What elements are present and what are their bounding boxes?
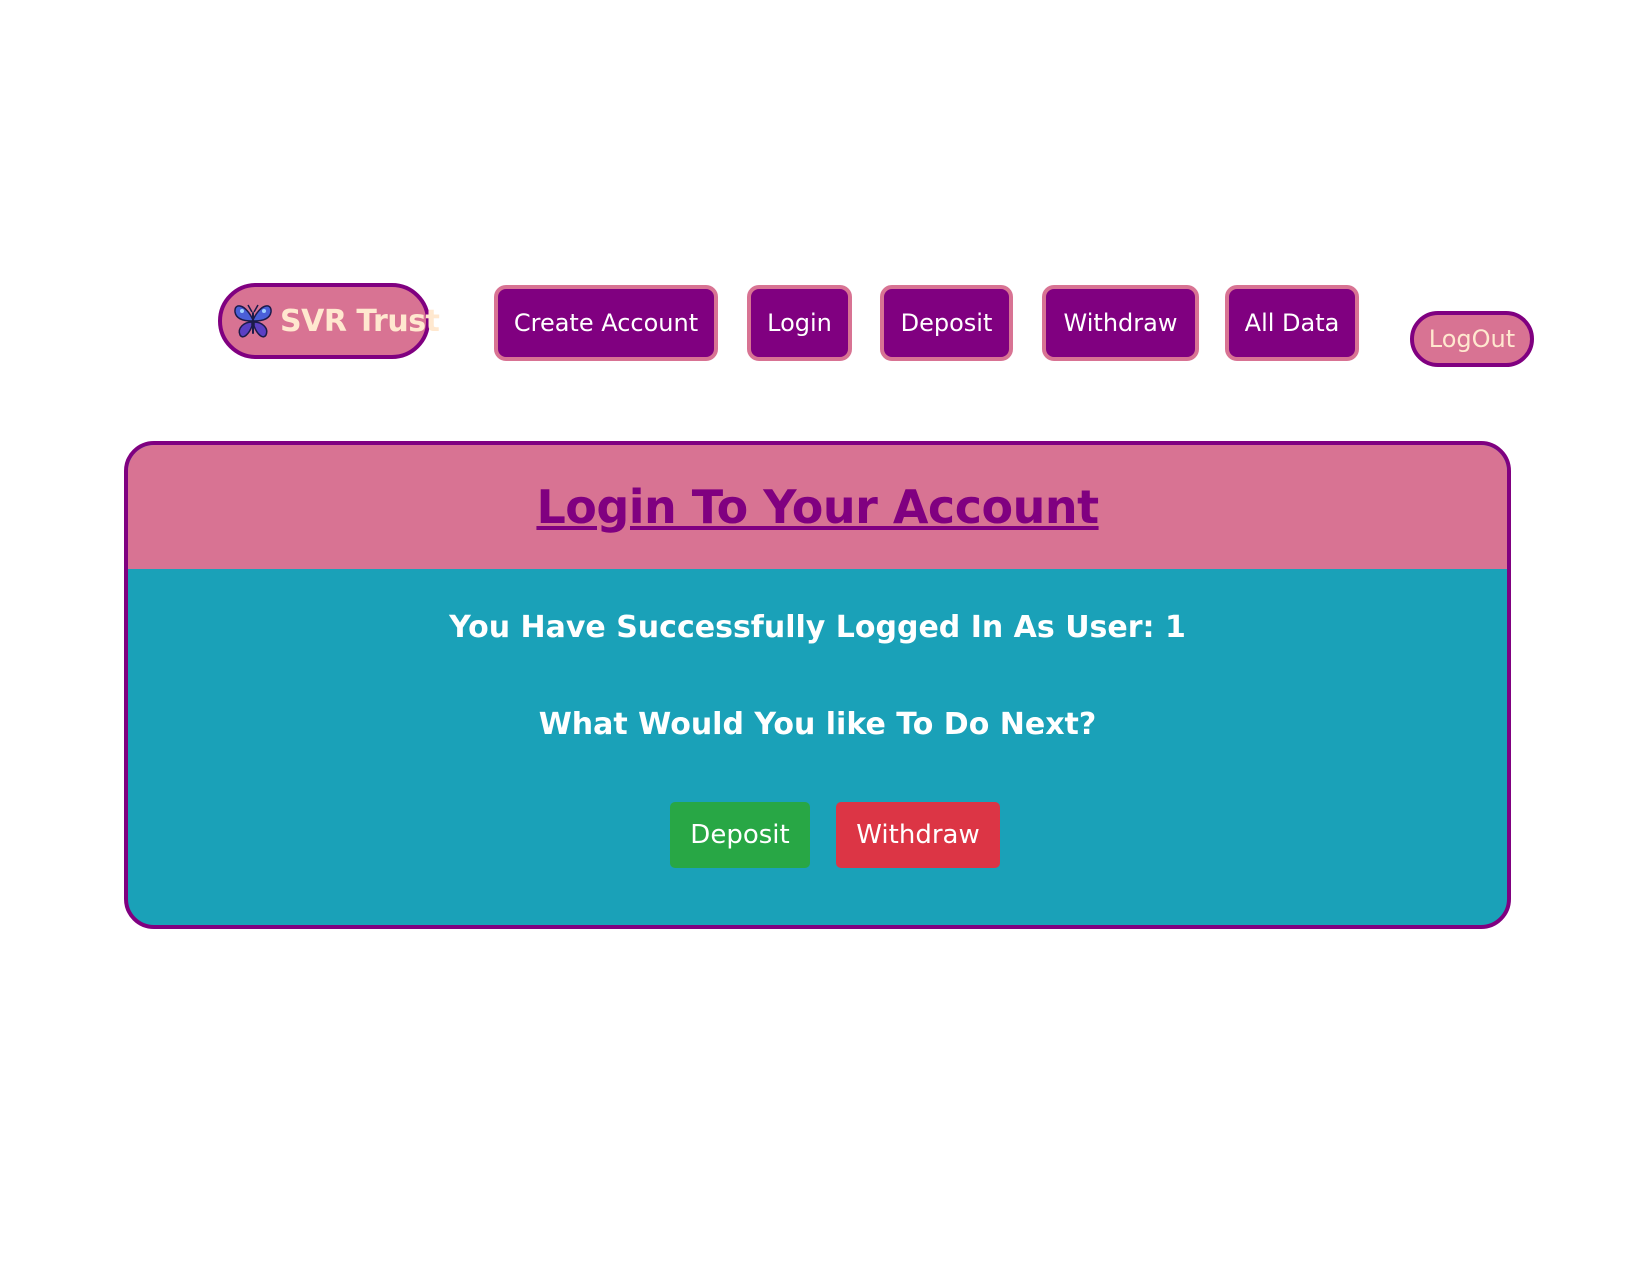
- card-title: Login To Your Account: [536, 480, 1099, 534]
- butterfly-icon: [232, 300, 274, 342]
- brand-logo-link[interactable]: SVR Trust: [218, 283, 440, 359]
- nav-login-button[interactable]: Login: [747, 285, 852, 361]
- logout-button[interactable]: LogOut: [1410, 311, 1534, 367]
- brand-name: SVR Trust: [280, 303, 440, 339]
- nav-all-data-button[interactable]: All Data: [1225, 285, 1359, 361]
- success-message: You Have Successfully Logged In As User:…: [449, 610, 1186, 645]
- withdraw-button[interactable]: Withdraw: [836, 802, 1000, 868]
- navbar: SVR Trust Create Account Login Deposit W…: [0, 0, 1650, 400]
- nav-deposit-button[interactable]: Deposit: [880, 285, 1013, 361]
- card-header: Login To Your Account: [128, 445, 1507, 569]
- deposit-button[interactable]: Deposit: [670, 802, 810, 868]
- nav-create-account-button[interactable]: Create Account: [494, 285, 718, 361]
- nav-withdraw-button[interactable]: Withdraw: [1042, 285, 1199, 361]
- login-card: Login To Your Account You Have Successfu…: [124, 441, 1511, 929]
- next-action-prompt: What Would You like To Do Next?: [538, 707, 1097, 742]
